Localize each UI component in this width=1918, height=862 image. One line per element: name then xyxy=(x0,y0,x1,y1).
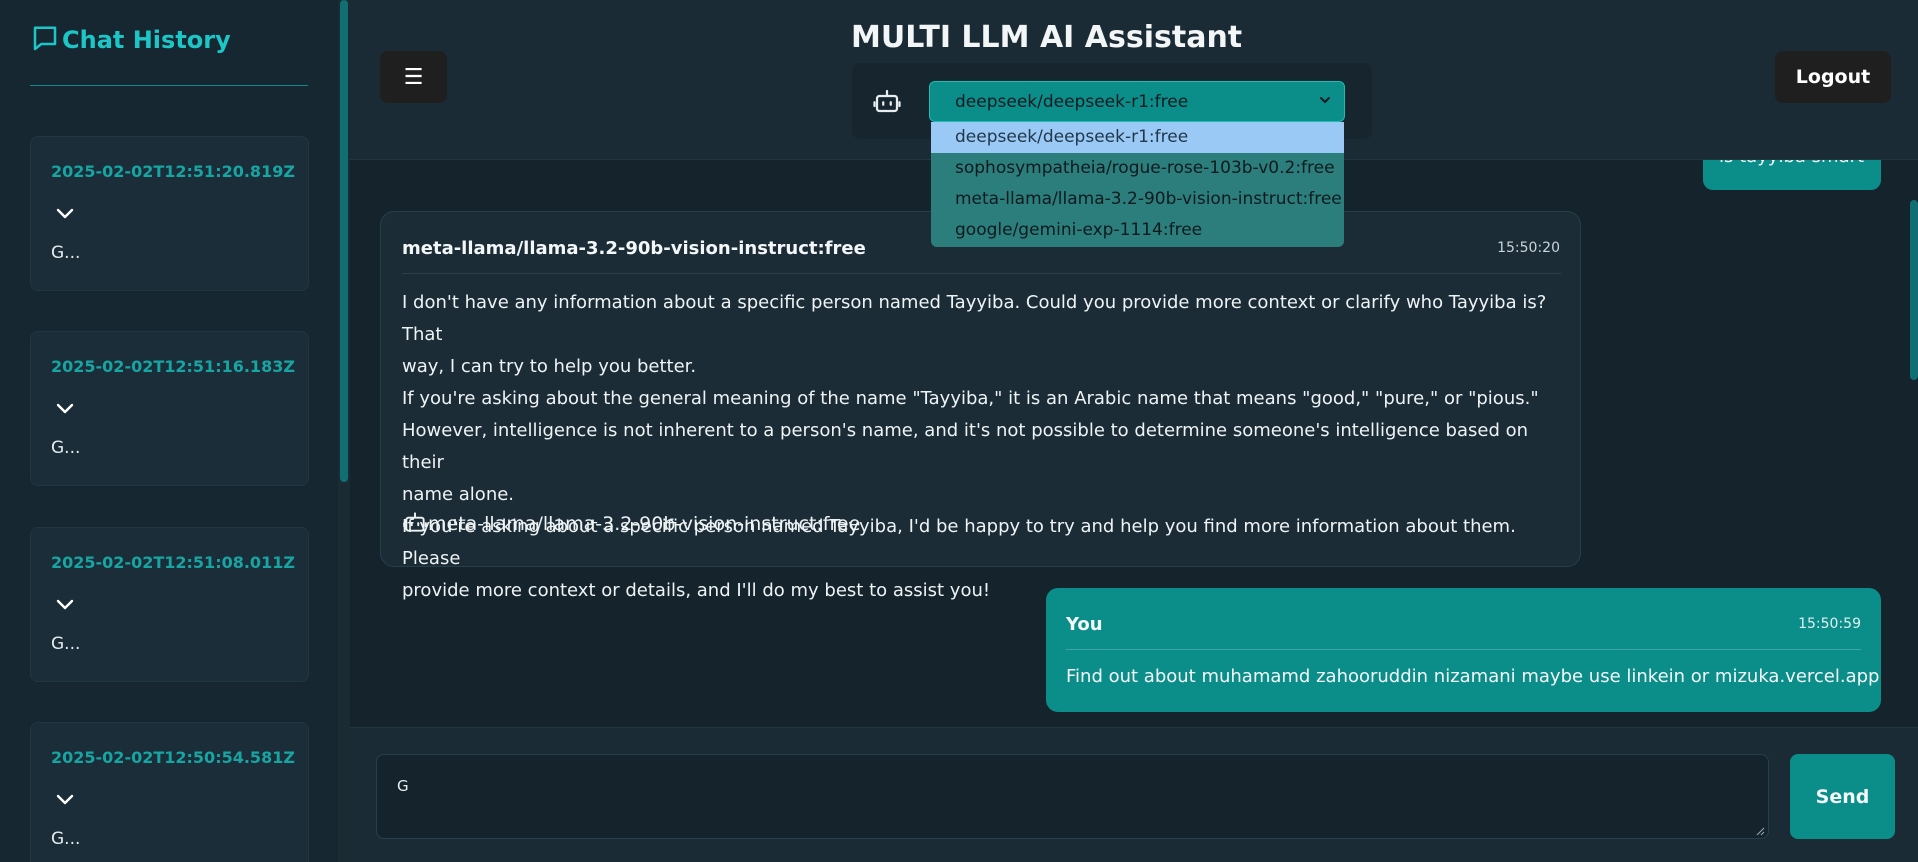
sidebar-title-text: Chat History xyxy=(62,26,231,54)
resize-handle-icon[interactable] xyxy=(1755,826,1765,836)
history-item[interactable]: 2025-02-02T12:51:08.011Z G... xyxy=(30,527,309,682)
model-select-value: deepseek/deepseek-r1:free xyxy=(955,92,1189,112)
user-message: You 15:50:59 Find out about muhamamd zah… xyxy=(1046,588,1881,712)
history-timestamp: 2025-02-02T12:51:16.183Z xyxy=(51,357,295,376)
chevron-down-icon[interactable] xyxy=(55,207,75,221)
history-preview: G... xyxy=(51,243,81,263)
chevron-down-icon[interactable] xyxy=(55,402,75,416)
robot-icon xyxy=(873,89,901,113)
history-timestamp: 2025-02-02T12:51:08.011Z xyxy=(51,553,295,572)
assistant-message-line: I don't have any information about a spe… xyxy=(402,292,1547,345)
menu-button[interactable]: ☰ xyxy=(380,51,447,103)
chevron-down-icon[interactable] xyxy=(55,598,75,612)
assistant-message-line: However, intelligence is not inherent to… xyxy=(402,420,1529,473)
history-timestamp: 2025-02-02T12:50:54.581Z xyxy=(51,748,295,767)
message-input[interactable]: G xyxy=(376,754,1769,839)
assistant-message-line: way, I can try to help you better. xyxy=(402,356,697,377)
model-select[interactable]: deepseek/deepseek-r1:free xyxy=(929,81,1345,122)
model-option[interactable]: meta-llama/llama-3.2-90b-vision-instruct… xyxy=(931,184,1344,215)
assistant-message-line: name alone. xyxy=(402,484,515,505)
model-dropdown: deepseek/deepseek-r1:free sophosympathei… xyxy=(931,122,1344,247)
history-item[interactable]: 2025-02-02T12:51:16.183Z G... xyxy=(30,331,309,486)
model-option[interactable]: sophosympatheia/rogue-rose-103b-v0.2:fre… xyxy=(931,153,1344,184)
history-preview: G... xyxy=(51,634,81,654)
chevron-down-icon[interactable] xyxy=(55,793,75,807)
page-title: MULTI LLM AI Assistant xyxy=(851,20,1243,55)
model-option[interactable]: deepseek/deepseek-r1:free xyxy=(931,122,1344,153)
model-option[interactable]: google/gemini-exp-1114:free xyxy=(931,215,1344,246)
assistant-message: meta-llama/llama-3.2-90b-vision-instruct… xyxy=(380,211,1581,601)
message-divider xyxy=(402,273,1561,274)
send-button[interactable]: Send xyxy=(1790,754,1895,839)
assistant-footer-model: meta-llama/llama-3.2-90b-vision-instruct… xyxy=(428,513,861,535)
message-divider xyxy=(1066,649,1861,650)
user-message-time: 15:50:59 xyxy=(1798,616,1861,632)
assistant-model-name: meta-llama/llama-3.2-90b-vision-instruct… xyxy=(402,238,866,259)
history-timestamp: 2025-02-02T12:51:20.819Z xyxy=(51,162,295,181)
user-message-author: You xyxy=(1066,614,1103,635)
history-preview: G... xyxy=(51,829,81,849)
robot-icon xyxy=(403,512,427,532)
chat-scrollbar-thumb[interactable] xyxy=(1910,200,1918,380)
sidebar-title: Chat History xyxy=(30,26,231,54)
history-preview: G... xyxy=(51,438,81,458)
assistant-message-time: 15:50:20 xyxy=(1497,240,1560,256)
history-item[interactable]: 2025-02-02T12:50:54.581Z G... xyxy=(30,722,309,862)
sidebar-scrollbar-thumb[interactable] xyxy=(340,0,348,482)
assistant-message-footer: meta-llama/llama-3.2-90b-vision-instruct… xyxy=(402,512,861,535)
sidebar-divider xyxy=(30,85,308,86)
chevron-down-icon xyxy=(1320,97,1330,104)
logout-button[interactable]: Logout xyxy=(1775,51,1891,103)
history-item[interactable]: 2025-02-02T12:51:20.819Z G... xyxy=(30,136,309,291)
assistant-message-body: I don't have any information about a spe… xyxy=(402,287,1567,607)
user-message-text: Find out about muhamamd zahooruddin niza… xyxy=(1066,666,1880,687)
assistant-message-line: If you're asking about the general meani… xyxy=(402,388,1539,409)
chat-bubble-icon xyxy=(33,26,57,51)
